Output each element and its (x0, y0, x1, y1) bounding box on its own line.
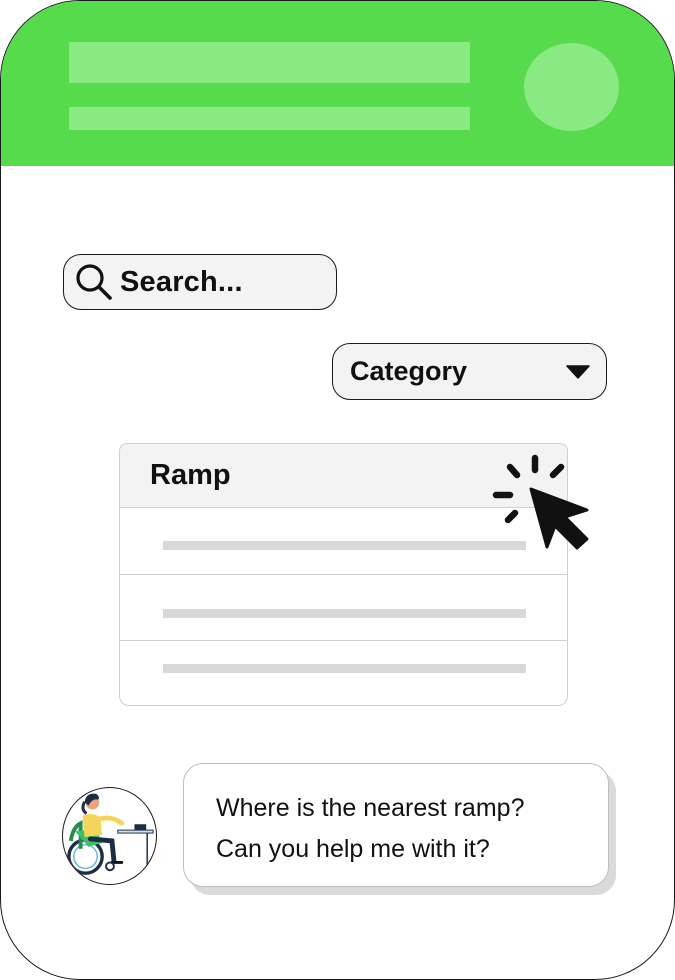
list-item-placeholder (163, 541, 526, 550)
wheelchair-user-illustration (67, 793, 154, 875)
header-title-placeholder (69, 42, 470, 83)
app-header (1, 1, 674, 166)
search-input[interactable]: Search... (63, 254, 337, 310)
header-avatar-placeholder[interactable] (524, 43, 619, 131)
wheelchair-user-avatar[interactable] (62, 787, 157, 885)
list-item-placeholder (163, 664, 526, 673)
list-item[interactable] (119, 574, 568, 641)
list-item[interactable] (119, 640, 568, 706)
phone-frame: Search... Category Ramp Where is the nea… (0, 0, 675, 980)
category-dropdown-label: Category (350, 356, 468, 386)
caret-down-icon (566, 365, 590, 379)
list-item-placeholder (163, 609, 526, 618)
header-subtitle-placeholder (69, 107, 470, 130)
search-icon (76, 264, 112, 300)
click-cursor-icon (492, 454, 589, 550)
chat-message-line: Can you help me with it? (216, 835, 490, 863)
category-dropdown[interactable]: Category (332, 343, 607, 400)
search-placeholder-text: Search... (120, 265, 243, 298)
chat-message-bubble: Where is the nearest ramp? Can you help … (183, 763, 609, 887)
chat-message-line: Where is the nearest ramp? (216, 794, 525, 822)
list-option-label: Ramp (150, 459, 231, 491)
